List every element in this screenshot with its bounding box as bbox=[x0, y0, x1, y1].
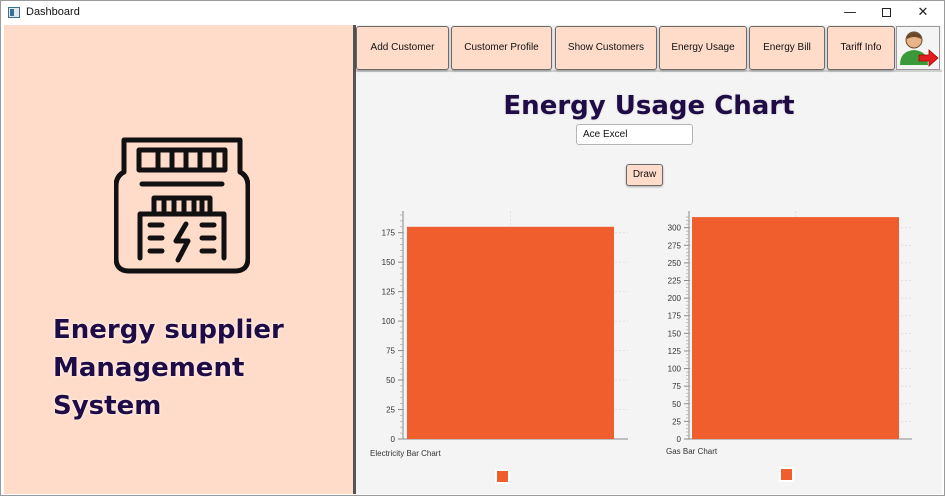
y-tick-label: 150 bbox=[668, 329, 682, 338]
electric-meter-icon bbox=[114, 137, 250, 274]
y-tick-label: 150 bbox=[382, 258, 396, 267]
y-tick-label: 200 bbox=[668, 294, 682, 303]
y-tick-label: 100 bbox=[668, 365, 682, 374]
app-window: Dashboard — ✕ Energy supplier Management… bbox=[0, 0, 945, 496]
y-tick-label: 75 bbox=[386, 347, 395, 356]
y-tick-label: 175 bbox=[382, 229, 396, 238]
minimize-button[interactable]: — bbox=[831, 1, 869, 25]
bar[interactable] bbox=[407, 226, 614, 439]
y-tick-label: 225 bbox=[668, 277, 682, 286]
title-bar: Dashboard — ✕ bbox=[1, 1, 944, 25]
main-panel: Add Customer Customer Profile Show Custo… bbox=[356, 25, 942, 494]
y-tick-label: 25 bbox=[672, 417, 681, 426]
brand-line: Energy supplier bbox=[53, 315, 284, 345]
window-title: Dashboard bbox=[26, 6, 80, 18]
y-tick-label: 0 bbox=[391, 435, 396, 444]
y-tick-label: 125 bbox=[668, 347, 682, 356]
y-tick-label: 175 bbox=[668, 312, 682, 321]
y-tick-label: 125 bbox=[382, 288, 396, 297]
close-button[interactable]: ✕ bbox=[904, 1, 942, 25]
chart-caption: Gas Bar Chart bbox=[666, 447, 718, 456]
maximize-icon bbox=[881, 8, 891, 17]
brand-title: Energy supplier Management System bbox=[53, 311, 343, 425]
chart-caption: Electricity Bar Chart bbox=[370, 449, 441, 458]
y-tick-label: 275 bbox=[668, 241, 682, 250]
y-tick-label: 300 bbox=[668, 224, 682, 233]
sidebar-panel: Energy supplier Management System bbox=[4, 25, 353, 494]
y-tick-label: 250 bbox=[668, 259, 682, 268]
y-tick-label: 75 bbox=[672, 382, 681, 391]
y-tick-label: 50 bbox=[386, 376, 395, 385]
brand-line: Management bbox=[53, 353, 245, 383]
y-tick-label: 25 bbox=[386, 406, 395, 415]
bar[interactable] bbox=[692, 217, 899, 439]
y-tick-label: 0 bbox=[677, 435, 682, 444]
legend-swatch bbox=[779, 467, 794, 482]
maximize-button[interactable] bbox=[867, 1, 905, 25]
charts-area: 0 25 50 75 100 125 150 175 Electricity Bar Chart… bbox=[370, 211, 912, 484]
brand-line: System bbox=[53, 391, 162, 421]
y-tick-label: 50 bbox=[672, 400, 681, 409]
legend-swatch bbox=[495, 469, 510, 484]
y-tick-label: 100 bbox=[382, 317, 396, 326]
app-icon bbox=[8, 7, 20, 18]
